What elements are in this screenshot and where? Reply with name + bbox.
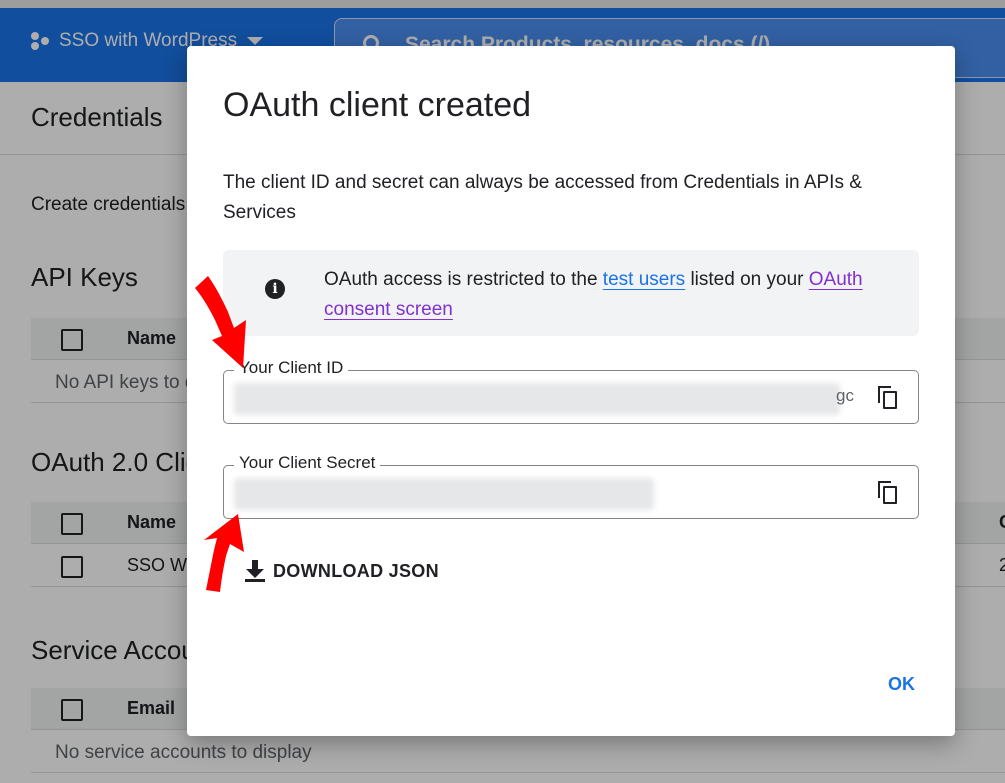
red-arrow-to-client-id <box>195 276 246 368</box>
annotation-arrows <box>195 276 246 592</box>
red-arrow-to-client-secret <box>204 514 244 592</box>
